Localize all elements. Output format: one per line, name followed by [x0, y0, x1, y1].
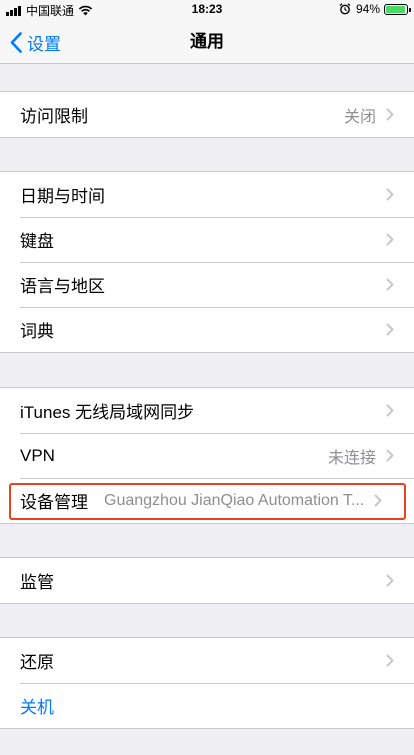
row-itunes-wifi-sync[interactable]: iTunes 无线局域网同步 — [0, 388, 414, 433]
row-label: iTunes 无线局域网同步 — [20, 403, 195, 422]
settings-group-supervision: 监管 — [0, 557, 414, 604]
row-label: 监管 — [20, 573, 54, 592]
chevron-right-icon — [386, 233, 394, 246]
chevron-right-icon — [374, 494, 382, 507]
settings-group-restrictions: 访问限制 关闭 — [0, 91, 414, 138]
row-vpn[interactable]: VPN 未连接 — [0, 433, 414, 478]
chevron-right-icon — [386, 188, 394, 201]
row-value: 未连接 — [327, 449, 376, 467]
row-label: 键盘 — [20, 232, 54, 251]
status-bar: 中国联通 18:23 94% — [0, 0, 414, 20]
navigation-bar: 设置 通用 — [0, 20, 414, 64]
row-keyboard[interactable]: 键盘 — [0, 217, 414, 262]
battery-percent: 94% — [355, 2, 380, 16]
row-reset[interactable]: 还原 — [0, 638, 414, 683]
row-label: VPN — [20, 445, 55, 465]
row-label: 日期与时间 — [20, 187, 105, 206]
settings-group-date-keyboard: 日期与时间 键盘 语言与地区 词典 — [0, 171, 414, 353]
row-value: 关闭 — [343, 108, 376, 126]
chevron-right-icon — [386, 404, 394, 417]
chevron-right-icon — [386, 108, 394, 121]
shutdown-button[interactable]: 关机 — [20, 693, 54, 718]
row-dictionary[interactable]: 词典 — [0, 307, 414, 352]
battery-icon — [384, 3, 411, 15]
chevron-right-icon — [386, 449, 394, 462]
chevron-right-icon — [386, 654, 394, 667]
chevron-right-icon — [386, 574, 394, 587]
row-label: 词典 — [20, 322, 54, 341]
row-value: Guangzhou JianQiao Automation T... — [104, 491, 365, 509]
settings-group-network-device: iTunes 无线局域网同步 VPN 未连接 设备管理 Guangzhou Ji… — [0, 387, 414, 524]
page-title: 通用 — [190, 32, 224, 51]
row-language-region[interactable]: 语言与地区 — [0, 262, 414, 307]
row-restrictions[interactable]: 访问限制 关闭 — [0, 92, 414, 137]
row-label: 还原 — [20, 653, 54, 672]
row-label: 设备管理 — [20, 493, 88, 512]
row-label: 访问限制 — [20, 107, 88, 126]
chevron-right-icon — [386, 278, 394, 291]
chevron-right-icon — [386, 323, 394, 336]
row-shutdown[interactable]: 关机 — [0, 683, 414, 728]
row-supervision[interactable]: 监管 — [0, 558, 414, 603]
settings-group-reset-shutdown: 还原 关机 — [0, 637, 414, 729]
alarm-icon — [339, 3, 351, 15]
row-device-management[interactable]: 设备管理 Guangzhou JianQiao Automation T... — [0, 478, 414, 523]
row-label: 语言与地区 — [20, 277, 105, 296]
row-date-time[interactable]: 日期与时间 — [0, 172, 414, 217]
status-right: 94% — [339, 2, 411, 16]
